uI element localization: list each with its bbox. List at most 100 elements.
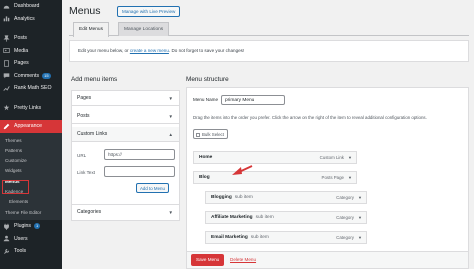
sidebar-item-users[interactable]: Users — [0, 232, 62, 245]
save-menu-button[interactable]: Save Menu — [191, 254, 225, 266]
appearance-submenu: Themes Patterns Customize Widgets Menus … — [0, 132, 62, 220]
sidebar-item-label: Tools — [14, 248, 27, 255]
url-label: URL — [77, 153, 87, 158]
menu-structure-heading: Menu structure — [186, 76, 229, 83]
sidebar-item-label: Plugins — [14, 223, 32, 230]
sidebar-item-analytics[interactable]: Analytics — [0, 13, 62, 26]
chevron-down-icon: ▼ — [168, 96, 173, 101]
menu-item-title: Home — [199, 155, 213, 160]
menu-item-email-marketing[interactable]: Email Marketing sub item Category ▼ — [205, 231, 367, 244]
menu-item-blog[interactable]: Blog Posts Page ▼ — [193, 171, 357, 184]
link-text-input[interactable] — [104, 166, 175, 177]
sidebar-item-appearance[interactable]: Appearance — [0, 120, 62, 133]
sidebar-item-pages[interactable]: Pages — [0, 57, 62, 70]
delete-menu-link[interactable]: Delete Menu — [230, 257, 256, 262]
sidebar-item-label: Pretty Links — [14, 104, 42, 111]
add-menu-items-heading: Add menu items — [71, 76, 118, 83]
plugins-count-badge: 1 — [34, 223, 41, 229]
sidebar-separator — [0, 25, 62, 32]
sidebar-item-label: Analytics — [14, 15, 35, 22]
menu-item-blogging[interactable]: Blogging sub item Category ▼ — [205, 191, 367, 204]
plugins-icon — [3, 223, 10, 230]
create-new-menu-link[interactable]: create a new menu — [130, 48, 169, 53]
menu-footer-bar: Save Menu Delete Menu — [186, 251, 469, 269]
edit-menu-bar: Edit your menu below, or create a new me… — [69, 40, 469, 62]
accordion-pages[interactable]: Pages ▼ — [72, 91, 179, 106]
analytics-icon — [3, 15, 10, 22]
tab-manage-locations[interactable]: Manage Locations — [118, 22, 170, 36]
bulk-select-label: Bulk Select — [202, 132, 224, 137]
sidebar-item-label: Media — [14, 47, 29, 54]
pages-icon — [3, 60, 10, 67]
sidebar-item-plugins[interactable]: Plugins 1 — [0, 220, 62, 233]
sidebar-item-label: Comments — [14, 72, 40, 79]
submenu-item-theme-file-editor[interactable]: Theme File Editor — [0, 208, 62, 218]
chevron-up-icon: ▲ — [168, 132, 173, 137]
add-to-menu-button[interactable]: Add to Menu — [136, 183, 169, 193]
chevron-down-icon[interactable]: ▼ — [358, 232, 362, 244]
media-icon — [3, 47, 10, 54]
menu-item-title: Blog — [199, 175, 210, 180]
sidebar-item-label: Appearance — [14, 123, 42, 130]
accordion-label: Custom Links — [77, 131, 108, 137]
menu-item-title: Blogging — [211, 195, 232, 200]
sidebar-item-posts[interactable]: Posts — [0, 32, 62, 45]
comments-count-badge: 15 — [42, 73, 51, 79]
menu-item-type: Category — [336, 215, 354, 220]
sidebar-item-label: Rank Math SEO — [14, 85, 52, 92]
submenu-item-widgets[interactable]: Widgets — [0, 166, 62, 176]
accordion-categories-panel: Categories ▼ — [71, 204, 180, 221]
sidebar-item-label: Posts — [14, 35, 27, 42]
accordion-label: Posts — [77, 113, 90, 119]
url-input[interactable]: https:// — [104, 149, 175, 160]
sidebar-item-label: Pages — [14, 60, 29, 67]
sidebar-item-comments[interactable]: Comments 15 — [0, 70, 62, 83]
sidebar-item-label: Users — [14, 235, 28, 242]
menu-item-sub-label: sub item — [250, 235, 269, 240]
pretty-links-icon — [3, 104, 10, 111]
menu-item-home[interactable]: Home Custom Link ▼ — [193, 151, 357, 164]
chevron-down-icon[interactable]: ▼ — [358, 212, 362, 224]
accordion-posts[interactable]: Posts ▼ — [72, 109, 179, 124]
submenu-item-elements[interactable]: Elements — [0, 197, 62, 207]
sidebar-item-pretty-links[interactable]: Pretty Links — [0, 102, 62, 115]
submenu-item-patterns[interactable]: Patterns — [0, 146, 62, 156]
edit-bar-suffix: . Do not forget to save your changes! — [168, 48, 245, 53]
main-content: Menus Manage with Live Preview Edit Menu… — [62, 0, 474, 269]
menu-item-title: Affiliate Marketing — [211, 215, 253, 220]
appearance-icon — [3, 123, 10, 130]
users-icon — [3, 235, 10, 242]
drag-help-text: Drag the items into the order you prefer… — [193, 115, 427, 120]
menu-item-sub-label: sub item — [234, 195, 253, 200]
bulk-select-button[interactable]: Bulk Select — [193, 129, 228, 139]
comments-icon — [3, 72, 10, 79]
submenu-item-themes[interactable]: Themes — [0, 136, 62, 146]
link-text-label: Link Text — [77, 170, 96, 175]
chevron-down-icon: ▼ — [168, 210, 173, 215]
sidebar-item-dashboard[interactable]: Dashboard — [0, 0, 62, 13]
custom-links-form: URL https:// Link Text Add to Menu — [72, 142, 179, 210]
menu-item-title: Email Marketing — [211, 235, 248, 240]
sidebar-separator — [0, 95, 62, 102]
menu-item-type: Category — [336, 235, 354, 240]
menus-highlight-box — [2, 180, 29, 194]
menu-name-input[interactable]: primary Menu — [221, 95, 285, 105]
sidebar-item-rank-math-seo[interactable]: Rank Math SEO — [0, 82, 62, 95]
chevron-down-icon[interactable]: ▼ — [348, 172, 352, 184]
sidebar-item-label: Dashboard — [14, 3, 40, 10]
submenu-item-customize[interactable]: Customize — [0, 156, 62, 166]
sidebar-item-tools[interactable]: Tools — [0, 245, 62, 258]
edit-bar-prefix: Edit your menu below, or — [78, 48, 129, 53]
manage-live-preview-button[interactable]: Manage with Live Preview — [117, 6, 181, 17]
accordion-categories[interactable]: Categories ▼ — [72, 205, 179, 220]
pin-icon — [3, 35, 10, 42]
menu-item-affiliate-marketing[interactable]: Affiliate Marketing sub item Category ▼ — [205, 211, 367, 224]
tab-edit-menus[interactable]: Edit Menus — [73, 22, 109, 37]
chevron-down-icon[interactable]: ▼ — [348, 152, 352, 164]
sidebar-item-media[interactable]: Media — [0, 45, 62, 58]
chevron-down-icon[interactable]: ▼ — [358, 192, 362, 204]
checkbox-icon — [196, 132, 200, 137]
accordion-label: Categories — [77, 209, 102, 215]
accordion-custom-links[interactable]: Custom Links ▲ — [72, 127, 179, 142]
menu-item-type: Posts Page — [321, 175, 344, 180]
